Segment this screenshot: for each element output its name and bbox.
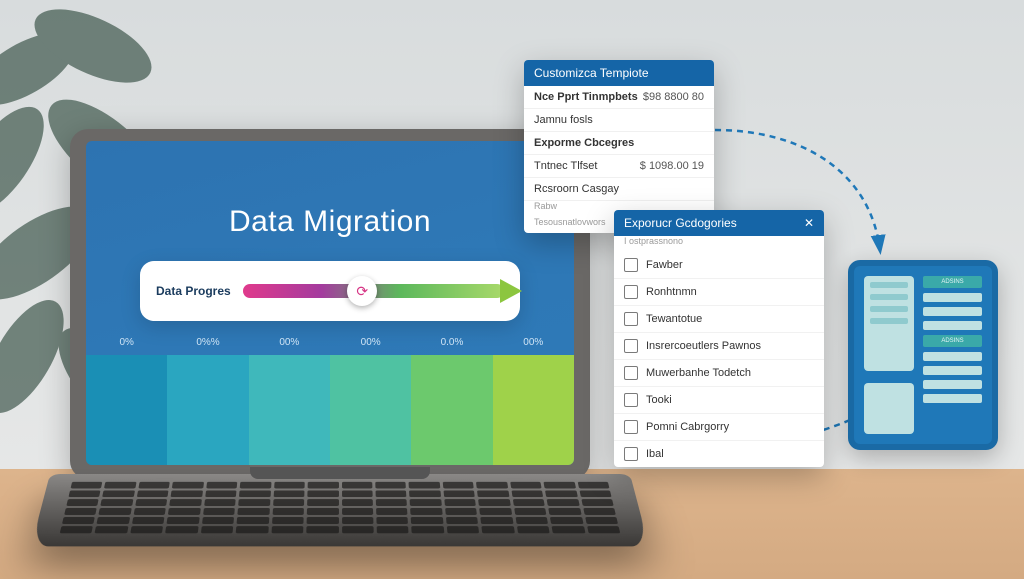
- item-label: Exporme Cbcegres: [534, 137, 634, 149]
- item-label: Tntnec Tlfset: [534, 160, 597, 172]
- panel-a-title: Customizca Tempiote: [534, 66, 649, 80]
- list-item[interactable]: Jamnu fosls: [524, 109, 714, 132]
- chart-bar: [167, 355, 248, 465]
- category-icon: [624, 420, 638, 434]
- chart-bar-label: 00%: [330, 337, 411, 348]
- category-icon: [624, 393, 638, 407]
- chart-column: 0%: [86, 355, 167, 465]
- tablet-card-left: [864, 276, 914, 371]
- item-label: Nce Pprt Tinmpbets: [534, 91, 638, 103]
- category-item[interactable]: Ibal: [614, 441, 824, 467]
- category-item[interactable]: Insrercoeutlers Pawnos: [614, 333, 824, 360]
- laptop-screen: i Data Migration Data Progres ⟳ 0%0%%00%…: [86, 141, 574, 465]
- laptop-base: [31, 474, 649, 546]
- category-label: Tooki: [646, 394, 672, 406]
- category-icon: [624, 447, 638, 461]
- item-value: $ 1098.00 19: [640, 160, 704, 172]
- category-label: Ibal: [646, 448, 664, 460]
- close-icon[interactable]: ✕: [804, 216, 814, 230]
- page-title: Data Migration: [86, 205, 574, 239]
- item-value: $98 8800 80: [643, 91, 704, 103]
- chart-column: 00%: [493, 355, 574, 465]
- laptop-hinge: [250, 467, 430, 479]
- chart-column: 0.0%: [411, 355, 492, 465]
- category-label: Insrercoeutlers Pawnos: [646, 340, 761, 352]
- tablet-card-right: ADSINS ADSINS: [923, 276, 982, 434]
- item-label: Jamnu fosls: [534, 114, 593, 126]
- item-label: Rcsroorn Casgay: [534, 183, 619, 195]
- panel-b-sub: I ostprassnono: [614, 236, 824, 252]
- chart-bar-label: 0%: [86, 337, 167, 348]
- list-item[interactable]: Tntnec Tlfset $ 1098.00 19: [524, 155, 714, 178]
- chart-bar-label: 00%: [493, 337, 574, 348]
- chart-bar-label: 0.0%: [411, 337, 492, 348]
- category-icon: [624, 312, 638, 326]
- category-item[interactable]: Fawber: [614, 252, 824, 279]
- list-item[interactable]: Exporme Cbcegres: [524, 132, 714, 155]
- progress-knob[interactable]: ⟳: [347, 276, 377, 306]
- tablet-card-bottom: [864, 383, 914, 434]
- chart-bar: [249, 355, 330, 465]
- laptop-lid: i Data Migration Data Progres ⟳ 0%0%%00%…: [70, 129, 590, 479]
- progress-card: Data Progres ⟳: [140, 261, 520, 321]
- list-item[interactable]: Nce Pprt Tinmpbets $98 8800 80: [524, 86, 714, 109]
- chart-column: 00%: [249, 355, 330, 465]
- tablet-device: ADSINS ADSINS: [848, 260, 998, 450]
- chart-bar-label: 00%: [249, 337, 330, 348]
- category-item[interactable]: Pomni Cabrgorry: [614, 414, 824, 441]
- category-item[interactable]: Ronhtnmn: [614, 279, 824, 306]
- panel-b-title: Exporucr Gcdogories: [624, 216, 737, 230]
- category-icon: [624, 366, 638, 380]
- customize-template-panel: Customizca Tempiote Nce Pprt Tinmpbets $9…: [524, 60, 714, 233]
- category-label: Pomni Cabrgorry: [646, 421, 729, 433]
- category-icon: [624, 258, 638, 272]
- export-categories-panel: Exporucr Gcdogories ✕ I ostprassnono Faw…: [614, 210, 824, 467]
- category-label: Muwerbanhe Todetch: [646, 367, 751, 379]
- category-label: Tewantotue: [646, 313, 702, 325]
- progress-bar[interactable]: ⟳: [243, 280, 504, 302]
- category-icon: [624, 285, 638, 299]
- chart-bar-label: 0%%: [167, 337, 248, 348]
- tablet-header: ADSINS: [923, 276, 982, 288]
- list-item[interactable]: Rcsroorn Casgay: [524, 178, 714, 201]
- progress-label: Data Progres: [156, 284, 231, 298]
- category-item[interactable]: Muwerbanhe Todetch: [614, 360, 824, 387]
- category-label: Ronhtnmn: [646, 286, 697, 298]
- category-item[interactable]: Tewantotue: [614, 306, 824, 333]
- category-item[interactable]: Tooki: [614, 387, 824, 414]
- chart-bar: [330, 355, 411, 465]
- chart-column: 0%%: [167, 355, 248, 465]
- chart-column: 00%: [330, 355, 411, 465]
- chart-bar: [411, 355, 492, 465]
- tablet-header-2: ADSINS: [923, 335, 982, 347]
- chart-bar: [493, 355, 574, 465]
- migration-bar-chart: 0%0%%00%00%0.0%00%: [86, 335, 574, 465]
- chart-bar: [86, 355, 167, 465]
- category-icon: [624, 339, 638, 353]
- category-label: Fawber: [646, 259, 683, 271]
